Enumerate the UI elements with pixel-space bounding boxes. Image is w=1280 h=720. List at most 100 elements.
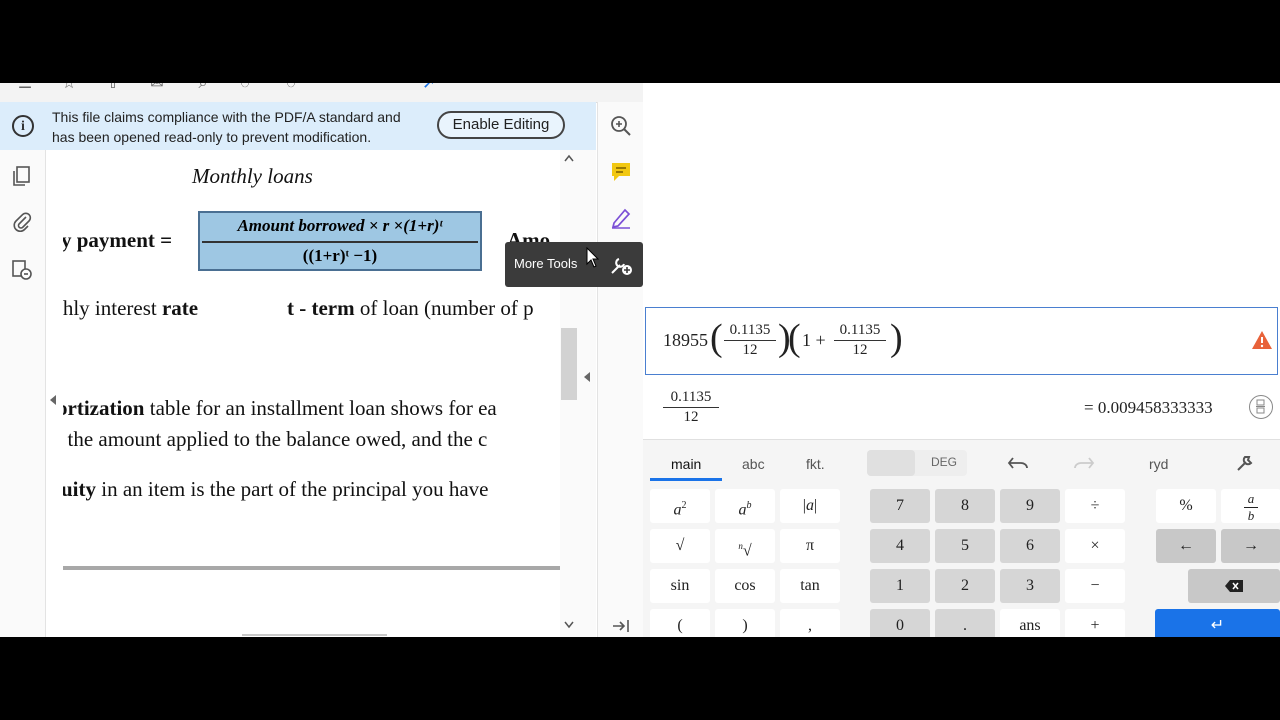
fraction-toggle-button[interactable] (1249, 395, 1273, 419)
pdf-viewer: ☰ ☆ ⇧ ✉ ⌕ ◌ ◌ ➚ i This file claims compl… (0, 83, 643, 637)
tab-abc[interactable]: abc (742, 456, 765, 472)
scroll-down-icon[interactable] (564, 621, 574, 629)
result-fraction: 0.1135 12 (663, 389, 719, 426)
comma-key[interactable]: , (780, 609, 840, 637)
multiply-key[interactable]: × (1065, 529, 1125, 563)
angle-toggle[interactable]: DEG (867, 450, 967, 476)
divide-key[interactable]: ÷ (1065, 489, 1125, 523)
expression-input[interactable]: 18955 ( 0.1135 12 ) ( 1 + 0.1135 12 ) (645, 307, 1278, 375)
tab-main-indicator (650, 478, 722, 481)
pages-icon[interactable] (10, 164, 34, 188)
sqrt-key[interactable]: √ (650, 529, 710, 563)
equity-rest: in an item is the part of the principal … (96, 477, 489, 501)
calculator-keyboard: main abc fkt. DEG ryd a2 ab |a| √ n√ π s… (643, 440, 1280, 637)
upload-icon[interactable]: ⇧ (104, 83, 122, 93)
key-0[interactable]: 0 (870, 609, 930, 637)
prev-icon[interactable]: ◌ (236, 83, 254, 93)
interest-prefix: thly interest (63, 296, 162, 320)
warning-icon[interactable] (1251, 330, 1273, 350)
undo-icon[interactable] (1007, 455, 1031, 471)
sin-key[interactable]: sin (650, 569, 710, 603)
expr-fraction-2: 0.1135 12 (834, 322, 886, 359)
fraction-key[interactable]: ab (1221, 489, 1280, 523)
percent-key[interactable]: % (1156, 489, 1216, 523)
page-left-arrow-icon[interactable] (49, 395, 57, 405)
pi-key[interactable]: π (780, 529, 840, 563)
cursor-left-key[interactable]: ← (1156, 529, 1216, 563)
key-9[interactable]: 9 (1000, 489, 1060, 523)
ans-key[interactable]: ans (1000, 609, 1060, 637)
expand-panel-icon[interactable] (612, 619, 630, 633)
cos-key[interactable]: cos (715, 569, 775, 603)
key-2[interactable]: 2 (935, 569, 995, 603)
banner-message: This file claims compliance with the PDF… (52, 107, 422, 147)
key-5[interactable]: 5 (935, 529, 995, 563)
attachment-icon[interactable] (10, 210, 34, 234)
mail-icon[interactable]: ✉ (148, 83, 166, 93)
rparen-key[interactable]: ) (715, 609, 775, 637)
decimal-key[interactable]: . (935, 609, 995, 637)
result-bar (663, 407, 719, 408)
pointer-icon[interactable]: ➚ (420, 83, 438, 93)
section-title: Monthly loans (192, 164, 313, 188)
tooltip-label: More Tools (514, 256, 578, 271)
comment-icon[interactable] (609, 160, 633, 184)
tab-main[interactable]: main (671, 456, 701, 472)
key-3[interactable]: 3 (1000, 569, 1060, 603)
star-icon[interactable]: ☆ (60, 83, 78, 93)
paren-open: ( (710, 317, 723, 359)
search-icon[interactable]: ⌕ (194, 83, 212, 93)
pdf-page: Monthly loans y payment = Amount borrowe… (63, 150, 560, 637)
power-key[interactable]: ab (715, 489, 775, 523)
term-text: t - term of loan (number of p (287, 296, 534, 321)
minus-key[interactable]: − (1065, 569, 1125, 603)
key-8[interactable]: 8 (935, 489, 995, 523)
key-7[interactable]: 7 (870, 489, 930, 523)
hscroll-thumb[interactable] (242, 634, 387, 636)
payment-label: y payment = (63, 228, 173, 252)
zoom-in-icon[interactable] (609, 114, 633, 138)
tan-key[interactable]: tan (780, 569, 840, 603)
mouse-cursor-icon (586, 247, 600, 268)
expr-lead: 18955 (663, 330, 708, 350)
scroll-up-icon[interactable] (564, 154, 574, 162)
scroll-thumb[interactable] (561, 328, 577, 400)
key-6[interactable]: 6 (1000, 529, 1060, 563)
cursor-right-key[interactable]: → (1221, 529, 1280, 563)
banner-line-1: This file claims compliance with the PDF… (52, 109, 401, 125)
key-1[interactable]: 1 (870, 569, 930, 603)
backspace-icon (1225, 580, 1243, 592)
security-icon[interactable] (10, 258, 34, 282)
square-key[interactable]: a2 (650, 489, 710, 523)
expr-fraction-1: 0.1135 12 (724, 322, 776, 359)
calculator-app: 18955 ( 0.1135 12 ) ( 1 + 0.1135 12 ) 0.11… (643, 83, 1280, 637)
next-icon[interactable]: ◌ (282, 83, 300, 93)
frac1-numerator: 0.1135 (729, 322, 771, 338)
frac2-bar (834, 340, 886, 341)
result-numerator: 0.1135 (670, 389, 712, 405)
key-4[interactable]: 4 (870, 529, 930, 563)
bottom-letterbox (0, 637, 1280, 720)
backspace-key[interactable] (1188, 569, 1280, 603)
enter-key[interactable]: ↵ (1155, 609, 1280, 637)
collapse-arrow-icon[interactable] (583, 372, 591, 382)
amortization-text: ortization table for an installment loan… (63, 396, 497, 421)
abs-key[interactable]: |a| (780, 489, 840, 523)
top-letterbox (0, 0, 1280, 83)
plus-key[interactable]: + (1065, 609, 1125, 637)
clear-button[interactable]: ryd (1149, 456, 1168, 472)
redo-icon[interactable] (1071, 455, 1095, 471)
settings-wrench-icon[interactable] (1235, 453, 1255, 473)
banner-line-2: has been opened read-only to prevent mod… (52, 129, 372, 145)
more-tools-icon[interactable] (608, 253, 634, 277)
fill-sign-icon[interactable] (609, 206, 633, 230)
info-icon: i (12, 115, 34, 137)
tab-functions[interactable]: fkt. (806, 456, 825, 472)
menu-icon[interactable]: ☰ (16, 83, 34, 93)
enable-editing-button[interactable]: Enable Editing (437, 111, 565, 139)
angle-toggle-knob (867, 450, 915, 476)
pdf-toolbar: ☰ ☆ ⇧ ✉ ⌕ ◌ ◌ ➚ (0, 83, 643, 103)
nth-root-key[interactable]: n√ (715, 529, 775, 563)
frac2-numerator: 0.1135 (839, 322, 881, 338)
lparen-key[interactable]: ( (650, 609, 710, 637)
